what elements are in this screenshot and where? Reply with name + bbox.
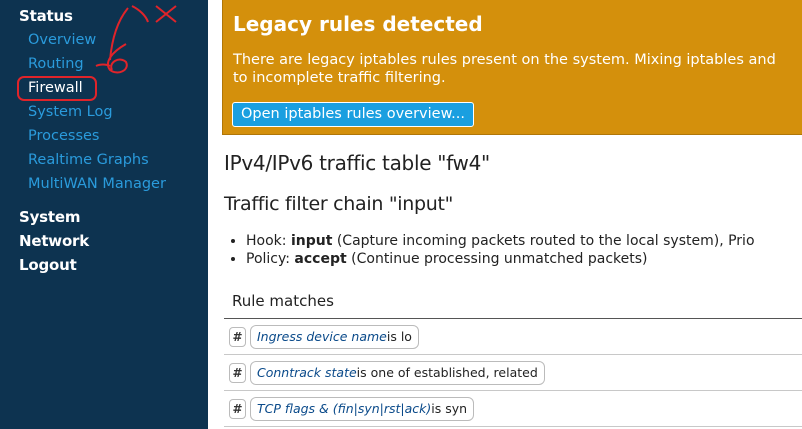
sidebar-section-logout[interactable]: Logout	[19, 256, 77, 274]
sidebar-item-routing[interactable]: Routing	[28, 56, 84, 72]
table-row: # Ingress device nameis lo	[224, 319, 802, 355]
policy-info: Policy: accept (Continue processing unma…	[246, 250, 755, 268]
main-content: Legacy rules detected There are legacy i…	[208, 0, 802, 429]
hook-value: input	[290, 233, 333, 249]
sidebar-item-realtime-graphs[interactable]: Realtime Graphs	[28, 152, 149, 168]
sidebar-item-system-log[interactable]: System Log	[28, 104, 113, 120]
sidebar-item-multiwan-manager[interactable]: MultiWAN Manager	[28, 176, 166, 192]
rule-match-chip: Conntrack stateis one of established, re…	[250, 361, 545, 385]
annotation-circle	[17, 76, 97, 101]
rule-hash-badge[interactable]: #	[229, 327, 246, 347]
traffic-table-heading: IPv4/IPv6 traffic table "fw4"	[224, 151, 490, 175]
rule-matches-label: Rule matches	[232, 292, 334, 310]
policy-value: accept	[294, 251, 347, 267]
legacy-rules-alert: Legacy rules detected There are legacy i…	[222, 0, 802, 135]
rule-match-chip: TCP flags & (fin|syn|rst|ack)is syn	[250, 397, 475, 421]
alert-title: Legacy rules detected	[233, 12, 483, 36]
sidebar-section-status[interactable]: Status	[19, 7, 73, 25]
alert-message-line: There are legacy iptables rules present …	[233, 52, 776, 68]
hook-info: Hook: input (Capture incoming packets ro…	[246, 232, 755, 250]
chain-meta-list: Hook: input (Capture incoming packets ro…	[224, 232, 755, 268]
alert-message-line: to incomplete traffic filtering.	[233, 70, 446, 86]
sidebar: Status Overview Routing Firewall System …	[0, 0, 208, 429]
rule-hash-badge[interactable]: #	[229, 399, 246, 419]
table-row: # TCP flags & (fin|syn|rst|ack)is syn	[224, 391, 802, 427]
sidebar-section-system[interactable]: System	[19, 208, 80, 226]
sidebar-item-processes[interactable]: Processes	[28, 128, 99, 144]
rule-match-chip: Ingress device nameis lo	[250, 325, 419, 349]
table-row: # Conntrack stateis one of established, …	[224, 355, 802, 391]
sidebar-section-network[interactable]: Network	[19, 232, 89, 250]
alert-message: There are legacy iptables rules present …	[233, 51, 776, 87]
chain-heading: Traffic filter chain "input"	[224, 193, 454, 215]
open-iptables-overview-button[interactable]: Open iptables rules overview...	[232, 102, 474, 127]
rule-hash-badge[interactable]: #	[229, 363, 246, 383]
sidebar-item-overview[interactable]: Overview	[28, 32, 96, 48]
rule-matches-header: Rule matches	[224, 291, 802, 319]
